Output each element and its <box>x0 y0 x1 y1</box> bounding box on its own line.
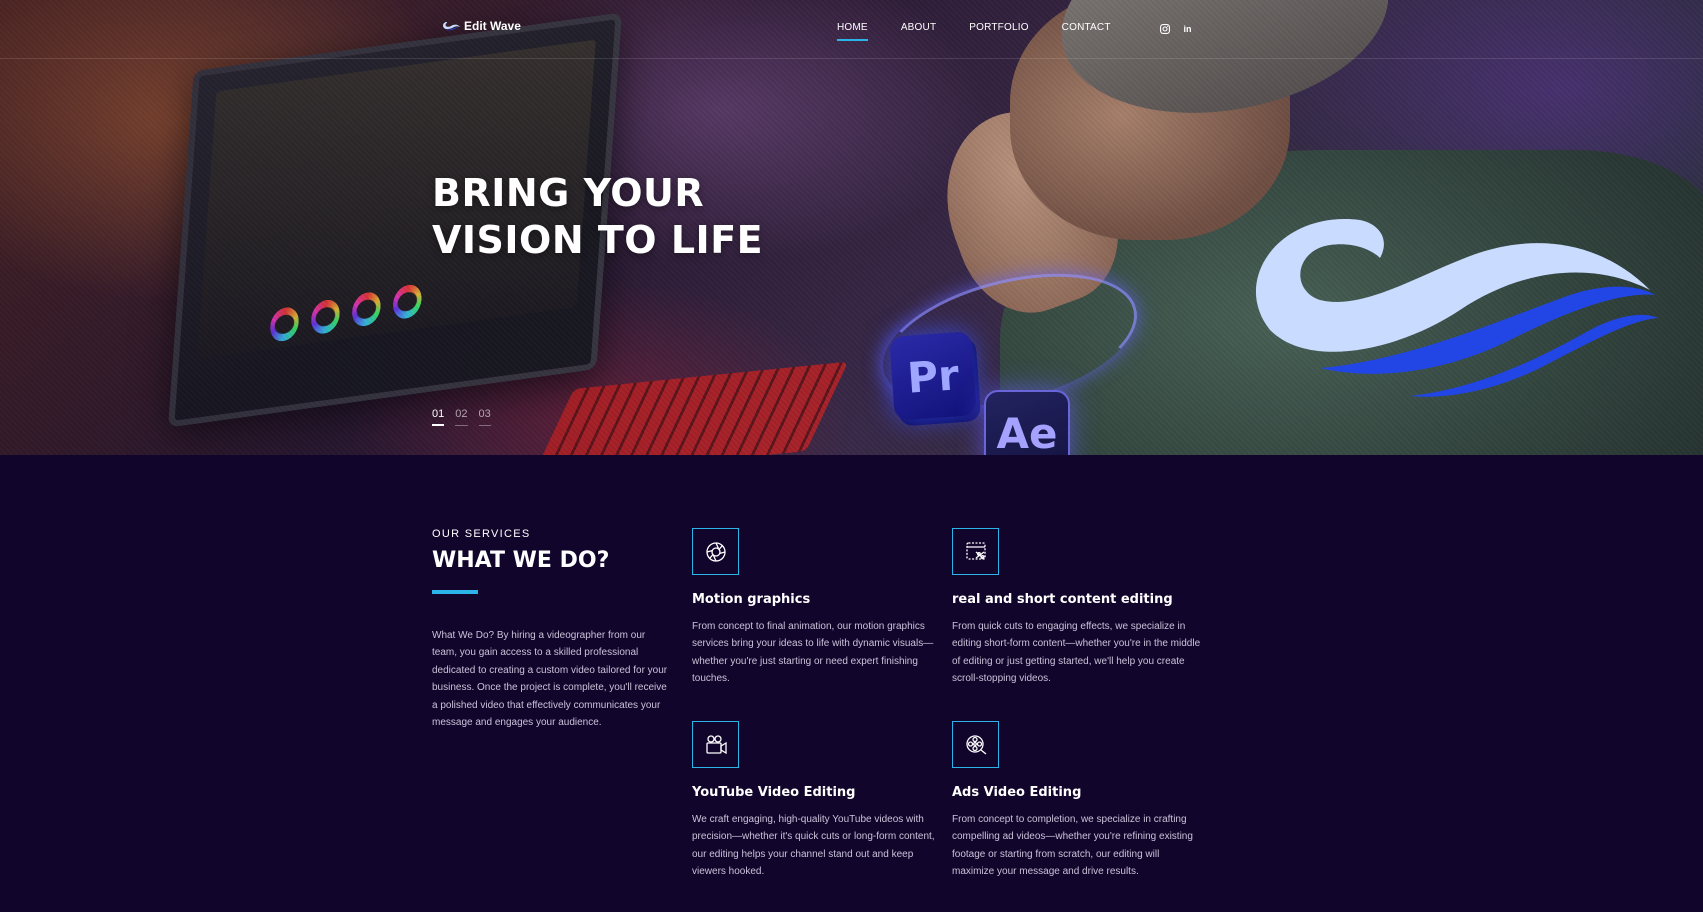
service-description: From concept to completion, we specializ… <box>952 814 1193 878</box>
slider-pagination: 01 02 03 <box>432 408 491 426</box>
nav-about[interactable]: ABOUT <box>901 22 936 33</box>
service-card-youtube-editing: YouTube Video Editing We craft engaging,… <box>692 721 942 881</box>
hero-title-line-1: BRING YOUR <box>432 171 705 215</box>
service-card-ads-editing: Ads Video Editing From concept to comple… <box>952 721 1202 881</box>
slide-indicator-2[interactable]: 02 <box>455 408 468 426</box>
wave-logo-icon <box>1255 219 1658 397</box>
slide-indicator-3[interactable]: 03 <box>478 408 491 426</box>
social-links: in <box>1159 23 1193 34</box>
service-title: real and short content editing <box>952 592 1173 607</box>
linkedin-icon[interactable]: in <box>1182 23 1193 34</box>
film-reel-icon <box>952 721 999 768</box>
nav-home[interactable]: HOME <box>837 22 868 41</box>
section-eyebrow: OUR SERVICES <box>432 528 531 540</box>
video-edit-icon <box>952 528 999 575</box>
service-description: From quick cuts to engaging effects, we … <box>952 621 1201 685</box>
after-effects-label: Ae <box>996 408 1058 456</box>
hero-title: BRING YOUR VISION TO LIFE <box>432 170 772 264</box>
brand-logo[interactable]: Edit Wave <box>442 19 521 33</box>
service-title: YouTube Video Editing <box>692 785 856 800</box>
video-camera-icon <box>692 721 739 768</box>
service-title: Motion graphics <box>692 592 811 607</box>
title-underline <box>432 590 478 594</box>
wave-small-icon <box>443 22 460 31</box>
service-title: Ads Video Editing <box>952 785 1082 800</box>
aperture-icon <box>692 528 739 575</box>
instagram-icon[interactable] <box>1159 23 1170 34</box>
nav-portfolio[interactable]: PORTFOLIO <box>969 22 1028 33</box>
main-nav: HOME ABOUT PORTFOLIO CONTACT <box>837 22 1111 41</box>
hero-section: Pr Ae Edit Wave HOME ABOUT PORTFOLIO CON… <box>0 0 1703 455</box>
header-divider <box>0 58 1703 59</box>
premiere-pro-label: Pr <box>905 349 961 403</box>
slide-indicator-1[interactable]: 01 <box>432 408 445 426</box>
after-effects-icon: Ae <box>984 390 1070 455</box>
brand-name: Edit Wave <box>464 19 521 33</box>
service-description: From concept to final animation, our mot… <box>692 621 934 685</box>
premiere-pro-icon: Pr <box>889 331 977 421</box>
section-title: WHAT WE DO? <box>432 548 610 573</box>
service-card-motion-graphics: Motion graphics From concept to final an… <box>692 528 942 688</box>
services-intro: What We Do? By hiring a videographer fro… <box>432 630 668 729</box>
service-card-short-content: real and short content editing From quic… <box>952 528 1202 688</box>
service-description: We craft engaging, high-quality YouTube … <box>692 814 935 878</box>
hero-title-line-2: VISION TO LIFE <box>432 218 764 262</box>
nav-contact[interactable]: CONTACT <box>1062 22 1111 33</box>
